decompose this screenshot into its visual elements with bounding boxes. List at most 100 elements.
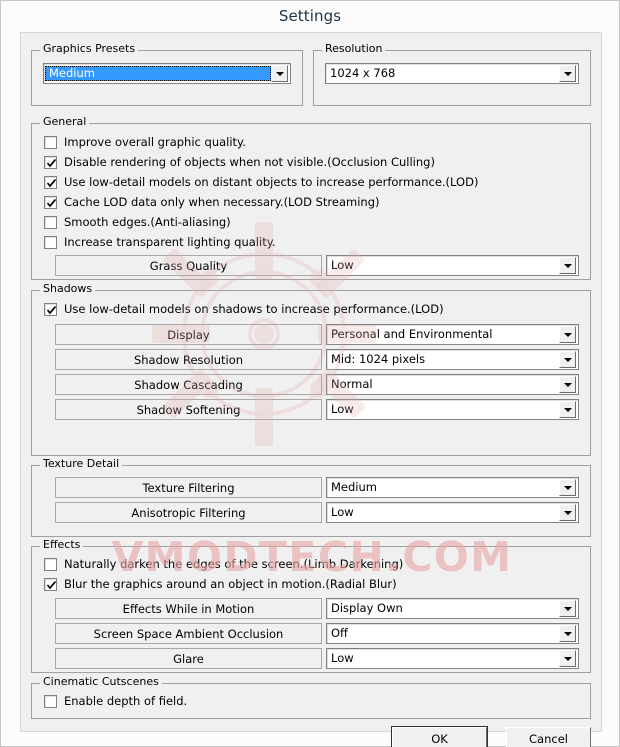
glare-combo[interactable]: Low	[326, 648, 579, 669]
checkbox-box[interactable]	[44, 175, 57, 189]
checkbox-box[interactable]	[44, 155, 57, 169]
field-label-text: Grass Quality	[149, 258, 228, 273]
resolution-combo[interactable]: 1024 x 768	[325, 63, 579, 84]
field-label-text: Glare	[173, 651, 204, 666]
check-icon	[46, 178, 57, 187]
checkbox-anti-aliasing[interactable]: Smooth edges.(Anti-aliasing)	[44, 214, 231, 230]
checkbox-shadow-lod[interactable]: Use low-detail models on shadows to incr…	[44, 301, 444, 317]
chevron-down-icon[interactable]	[559, 376, 576, 393]
group-effects: Effects Naturally darken the edges of th…	[31, 539, 591, 673]
checkbox-box[interactable]	[44, 235, 57, 249]
field-label-text: Anisotropic Filtering	[131, 505, 246, 520]
grass-quality-value: Low	[331, 259, 354, 272]
chevron-down-icon[interactable]	[559, 65, 576, 82]
group-resolution: Resolution 1024 x 768	[313, 43, 591, 106]
label-grass-quality: Grass Quality	[55, 255, 322, 276]
label-texture-filtering: Texture Filtering	[55, 477, 322, 498]
resolution-value: 1024 x 768	[330, 67, 396, 80]
label-glare: Glare	[55, 648, 322, 669]
check-icon	[46, 580, 57, 589]
label-effects-while-in-motion: Effects While in Motion	[55, 598, 322, 619]
shadow-cascading-combo[interactable]: Normal	[326, 374, 579, 395]
group-texture-detail: Texture Detail Texture Filtering Medium …	[31, 458, 591, 537]
window-titlebar: Settings	[1, 1, 619, 31]
shadow-resolution-combo[interactable]: Mid: 1024 pixels	[326, 349, 579, 370]
checkbox-label: Use low-detail models on distant objects…	[64, 175, 479, 189]
group-shadows: Shadows Use low-detail models on shadows…	[31, 283, 591, 456]
texture-filtering-value: Medium	[331, 481, 377, 494]
shadow-softening-combo[interactable]: Low	[326, 399, 579, 420]
checkbox-label: Improve overall graphic quality.	[64, 135, 246, 149]
checkbox-label: Increase transparent lighting quality.	[64, 235, 276, 249]
chevron-down-icon[interactable]	[271, 65, 288, 82]
graphics-presets-value: Medium	[45, 66, 271, 81]
check-icon	[46, 198, 57, 207]
effects-while-in-motion-combo[interactable]: Display Own	[326, 598, 579, 619]
shadow-display-value: Personal and Environmental	[331, 328, 493, 341]
checkbox-box[interactable]	[44, 557, 57, 571]
shadow-cascading-value: Normal	[331, 378, 373, 391]
chevron-down-icon[interactable]	[559, 650, 576, 667]
field-label-text: Display	[167, 327, 210, 342]
glare-value: Low	[331, 652, 354, 665]
effects-while-in-motion-value: Display Own	[331, 602, 403, 615]
checkbox-radial-blur[interactable]: Blur the graphics around an object in mo…	[44, 576, 397, 592]
shadow-display-combo[interactable]: Personal and Environmental	[326, 324, 579, 345]
checkbox-box[interactable]	[44, 195, 57, 209]
checkbox-limb-darkening[interactable]: Naturally darken the edges of the screen…	[44, 556, 403, 572]
label-anisotropic-filtering: Anisotropic Filtering	[55, 502, 322, 523]
checkbox-label: Blur the graphics around an object in mo…	[64, 577, 397, 591]
field-label-text: Screen Space Ambient Occlusion	[93, 626, 284, 641]
checkbox-box[interactable]	[44, 302, 57, 316]
ok-button[interactable]: OK	[391, 726, 488, 747]
label-ssao: Screen Space Ambient Occlusion	[55, 623, 322, 644]
label-shadow-resolution: Shadow Resolution	[55, 349, 322, 370]
anisotropic-filtering-combo[interactable]: Low	[326, 502, 579, 523]
chevron-down-icon[interactable]	[559, 351, 576, 368]
label-shadow-softening: Shadow Softening	[55, 399, 322, 420]
graphics-presets-combo[interactable]: Medium	[43, 63, 291, 84]
chevron-down-icon[interactable]	[559, 479, 576, 496]
label-shadow-cascading: Shadow Cascading	[55, 374, 322, 395]
checkbox-enable-depth-of-field[interactable]: Enable depth of field.	[44, 693, 187, 709]
checkbox-label: Use low-detail models on shadows to incr…	[64, 302, 444, 316]
checkbox-label: Naturally darken the edges of the screen…	[64, 557, 404, 571]
field-label-text: Texture Filtering	[142, 480, 235, 495]
group-general: General Improve overall graphic quality.…	[31, 116, 591, 280]
chevron-down-icon[interactable]	[559, 504, 576, 521]
checkbox-lod-streaming[interactable]: Cache LOD data only when necessary.(LOD …	[44, 194, 380, 210]
shadow-resolution-value: Mid: 1024 pixels	[331, 353, 426, 366]
chevron-down-icon[interactable]	[559, 600, 576, 617]
grass-quality-combo[interactable]: Low	[326, 255, 579, 276]
checkbox-improve-overall-graphic-quality[interactable]: Improve overall graphic quality.	[44, 134, 246, 150]
check-icon	[46, 305, 57, 314]
chevron-down-icon[interactable]	[559, 401, 576, 418]
checkbox-lod-distant-objects[interactable]: Use low-detail models on distant objects…	[44, 174, 478, 190]
group-cinematic-cutscenes: Cinematic Cutscenes Enable depth of fiel…	[31, 676, 591, 719]
chevron-down-icon[interactable]	[559, 326, 576, 343]
checkbox-box[interactable]	[44, 577, 57, 591]
checkbox-transparent-lighting-quality[interactable]: Increase transparent lighting quality.	[44, 234, 276, 250]
texture-filtering-combo[interactable]: Medium	[326, 477, 579, 498]
group-graphics-presets: Graphics Presets Medium	[31, 43, 303, 106]
checkbox-occlusion-culling[interactable]: Disable rendering of objects when not vi…	[44, 154, 435, 170]
checkbox-label: Cache LOD data only when necessary.(LOD …	[64, 195, 380, 209]
checkbox-label: Smooth edges.(Anti-aliasing)	[64, 215, 231, 229]
chevron-down-icon[interactable]	[559, 625, 576, 642]
dialog-client-area: VMODTECH.COM Graphics Presets Medium Res…	[20, 32, 602, 747]
check-icon	[46, 158, 57, 167]
chevron-down-icon[interactable]	[559, 257, 576, 274]
field-label-text: Shadow Softening	[136, 402, 241, 417]
anisotropic-filtering-value: Low	[331, 506, 354, 519]
checkbox-box[interactable]	[44, 135, 57, 149]
checkbox-label: Disable rendering of objects when not vi…	[64, 155, 435, 169]
checkbox-box[interactable]	[44, 215, 57, 229]
checkbox-box[interactable]	[44, 694, 57, 708]
ssao-value: Off	[331, 627, 348, 640]
ssao-combo[interactable]: Off	[326, 623, 579, 644]
page-title: Settings	[278, 7, 342, 25]
cancel-button[interactable]: Cancel	[506, 727, 591, 747]
field-label-text: Effects While in Motion	[122, 601, 255, 616]
checkbox-label: Enable depth of field.	[64, 694, 188, 708]
settings-window: Settings VMODTECH.COM Graphics Presets M…	[0, 0, 620, 747]
